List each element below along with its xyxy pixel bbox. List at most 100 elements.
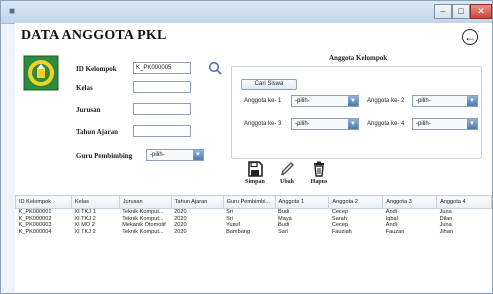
chevron-down-icon: ▼ xyxy=(193,150,203,160)
table-cell: K_PK000003 xyxy=(18,222,52,229)
trash-icon xyxy=(303,161,335,179)
table-cell: XI TKJ 2 xyxy=(74,215,96,222)
chevron-down-icon: ▼ xyxy=(467,119,477,129)
column-header[interactable]: Kelas xyxy=(70,195,120,209)
chevron-down-icon: ▼ xyxy=(467,96,477,106)
table-cell: XI TKJ 1 xyxy=(74,209,96,215)
table-row[interactable]: K_PK000004 XI TKJ 2 Teknik Komput... 2020 Ba… xyxy=(16,229,492,236)
table-cell: 2020 xyxy=(174,209,187,215)
table-cell: Jihan xyxy=(439,228,453,235)
save-icon xyxy=(239,161,271,179)
jurusan-label: Jurusan xyxy=(76,106,101,114)
anggota4-label: Anggota ke- 4 xyxy=(367,121,405,127)
column-header[interactable]: Guru Pembimbi... xyxy=(222,195,276,209)
search-icon[interactable] xyxy=(208,61,222,75)
table-cell: Andi xyxy=(385,222,397,229)
anggota3-select[interactable]: -pilih- ▼ xyxy=(291,118,359,130)
maximize-button[interactable]: □ xyxy=(452,4,470,19)
hapus-button[interactable]: Hapus xyxy=(303,161,335,185)
ubah-button[interactable]: Ubah xyxy=(271,161,303,185)
kelas-label: Kelas xyxy=(76,84,93,92)
anggota1-select-value: -pilih- xyxy=(295,98,310,104)
table-row[interactable]: K_PK000001 XI TKJ 1 Teknik Komput... 2020 Sr… xyxy=(16,209,492,216)
form-panel: DATA ANGGOTA PKL ← ID Kelompok K_PK00000… xyxy=(15,23,492,195)
column-header[interactable]: Anggota 1 xyxy=(274,195,330,209)
table-cell: Dilan xyxy=(439,215,453,222)
guru-select-value: -pilih- xyxy=(150,152,165,158)
kelompok-label: ID Kelompok xyxy=(76,65,117,73)
cari-siswa-button[interactable]: Cari Siswa xyxy=(241,79,297,90)
table-cell: Yusuf xyxy=(226,222,241,229)
column-header[interactable]: Anggota 4 xyxy=(436,195,492,209)
app-icon: ■ xyxy=(9,6,16,17)
anggota3-label: Anggota ke- 3 xyxy=(244,121,282,127)
minimize-button[interactable]: ‒ xyxy=(434,4,452,19)
table-cell: Cecep xyxy=(331,209,349,215)
table-cell: Juna xyxy=(439,222,452,229)
table-cell: Mekanik Otomotif xyxy=(122,222,166,229)
kelompok-table-viewport[interactable]: ID Kelompok Kelas Jurusan Tahun Ajaran G… xyxy=(15,195,492,292)
title-bar: ■ ‒ □ ✕ xyxy=(1,1,492,24)
table-cell: Budi xyxy=(278,209,290,215)
guru-label: Guru Pembimbing xyxy=(76,152,133,160)
table-cell: Sari xyxy=(278,228,288,235)
table-cell: K_PK000001 xyxy=(18,209,52,215)
table-cell: Fauzan xyxy=(385,228,405,235)
hapus-label: Hapus xyxy=(310,179,328,185)
table-cell: 2020 xyxy=(174,228,187,235)
column-header[interactable]: Tahun Ajaran xyxy=(170,195,224,209)
tahun-label: Tahun Ajaran xyxy=(76,128,118,136)
table-cell: Teknik Komput... xyxy=(122,228,164,235)
page-title: DATA ANGGOTA PKL xyxy=(21,28,167,43)
pencil-icon xyxy=(271,161,303,179)
anggota4-select-value: -pilih- xyxy=(416,121,431,127)
close-button[interactable]: ✕ xyxy=(470,4,492,19)
jurusan-field[interactable] xyxy=(133,103,191,115)
tahun-field[interactable] xyxy=(133,125,191,137)
kelompok-field[interactable]: K_PK000005 xyxy=(133,62,191,74)
table-cell: 2020 xyxy=(174,215,187,222)
table-cell: Bambang xyxy=(226,228,251,235)
anggota3-select-value: -pilih- xyxy=(295,121,310,127)
table-row[interactable]: K_PK000003 XI MO 2 Mekanik Otomotif 2020 Yus… xyxy=(16,222,492,229)
table-cell: Iqbal xyxy=(385,215,398,222)
table-cell: 2020 xyxy=(174,222,187,229)
kelas-field[interactable] xyxy=(133,81,191,93)
table-row[interactable]: K_PK000002 XI TKJ 2 Teknik Komput... 2020 Sr… xyxy=(16,216,492,223)
cari-siswa-label: Cari Siswa xyxy=(254,81,284,87)
table-cell: XI MO 2 xyxy=(74,222,95,229)
column-header[interactable]: ID Kelompok xyxy=(15,195,72,209)
table-cell: Juna xyxy=(439,209,452,215)
table-cell: K_PK000004 xyxy=(18,228,52,235)
table-cell: K_PK000002 xyxy=(18,215,52,222)
anggota2-select-value: -pilih- xyxy=(416,98,431,104)
table-cell: Andi xyxy=(385,209,397,215)
table-header-row: ID Kelompok Kelas Jurusan Tahun Ajaran G… xyxy=(15,195,492,209)
column-header[interactable]: Anggota 2 xyxy=(328,195,384,209)
anggota4-select[interactable]: -pilih- ▼ xyxy=(412,118,478,130)
guru-select[interactable]: -pilih- ▼ xyxy=(146,149,204,161)
anggota2-select[interactable]: -pilih- ▼ xyxy=(412,95,478,107)
table-cell: XI TKJ 2 xyxy=(74,228,96,235)
anggota1-label: Anggota ke- 1 xyxy=(244,98,282,104)
table-cell: Cecep xyxy=(331,222,349,229)
table-cell: Maya xyxy=(278,215,292,222)
anggota1-select[interactable]: -pilih- ▼ xyxy=(291,95,359,107)
chevron-down-icon: ▼ xyxy=(348,96,358,106)
group-title: Anggota Kelompok xyxy=(329,54,388,62)
table-cell: Fauziah xyxy=(331,228,352,235)
kelompok-table-panel: ID Kelompok Kelas Jurusan Tahun Ajaran G… xyxy=(15,195,492,292)
app-window: ■ ‒ □ ✕ DATA ANGGOTA PKL ← ID Kelompok K… xyxy=(0,0,493,294)
column-header[interactable]: Anggota 3 xyxy=(382,195,438,209)
kelompok-table: ID Kelompok Kelas Jurusan Tahun Ajaran G… xyxy=(15,195,492,235)
column-header[interactable]: Jurusan xyxy=(118,195,172,209)
back-arrow-icon[interactable]: ← xyxy=(462,29,478,45)
table-body: K_PK000001 XI TKJ 1 Teknik Komput... 2020 Sr… xyxy=(16,209,492,236)
table-cell: Sri xyxy=(226,209,233,215)
table-cell: Sri xyxy=(226,215,233,222)
simpan-button[interactable]: Simpan xyxy=(239,161,271,185)
table-cell: Budi xyxy=(278,222,290,229)
table-cell: Sarah xyxy=(331,215,347,222)
ubah-label: Ubah xyxy=(279,179,294,185)
school-logo xyxy=(23,55,59,91)
